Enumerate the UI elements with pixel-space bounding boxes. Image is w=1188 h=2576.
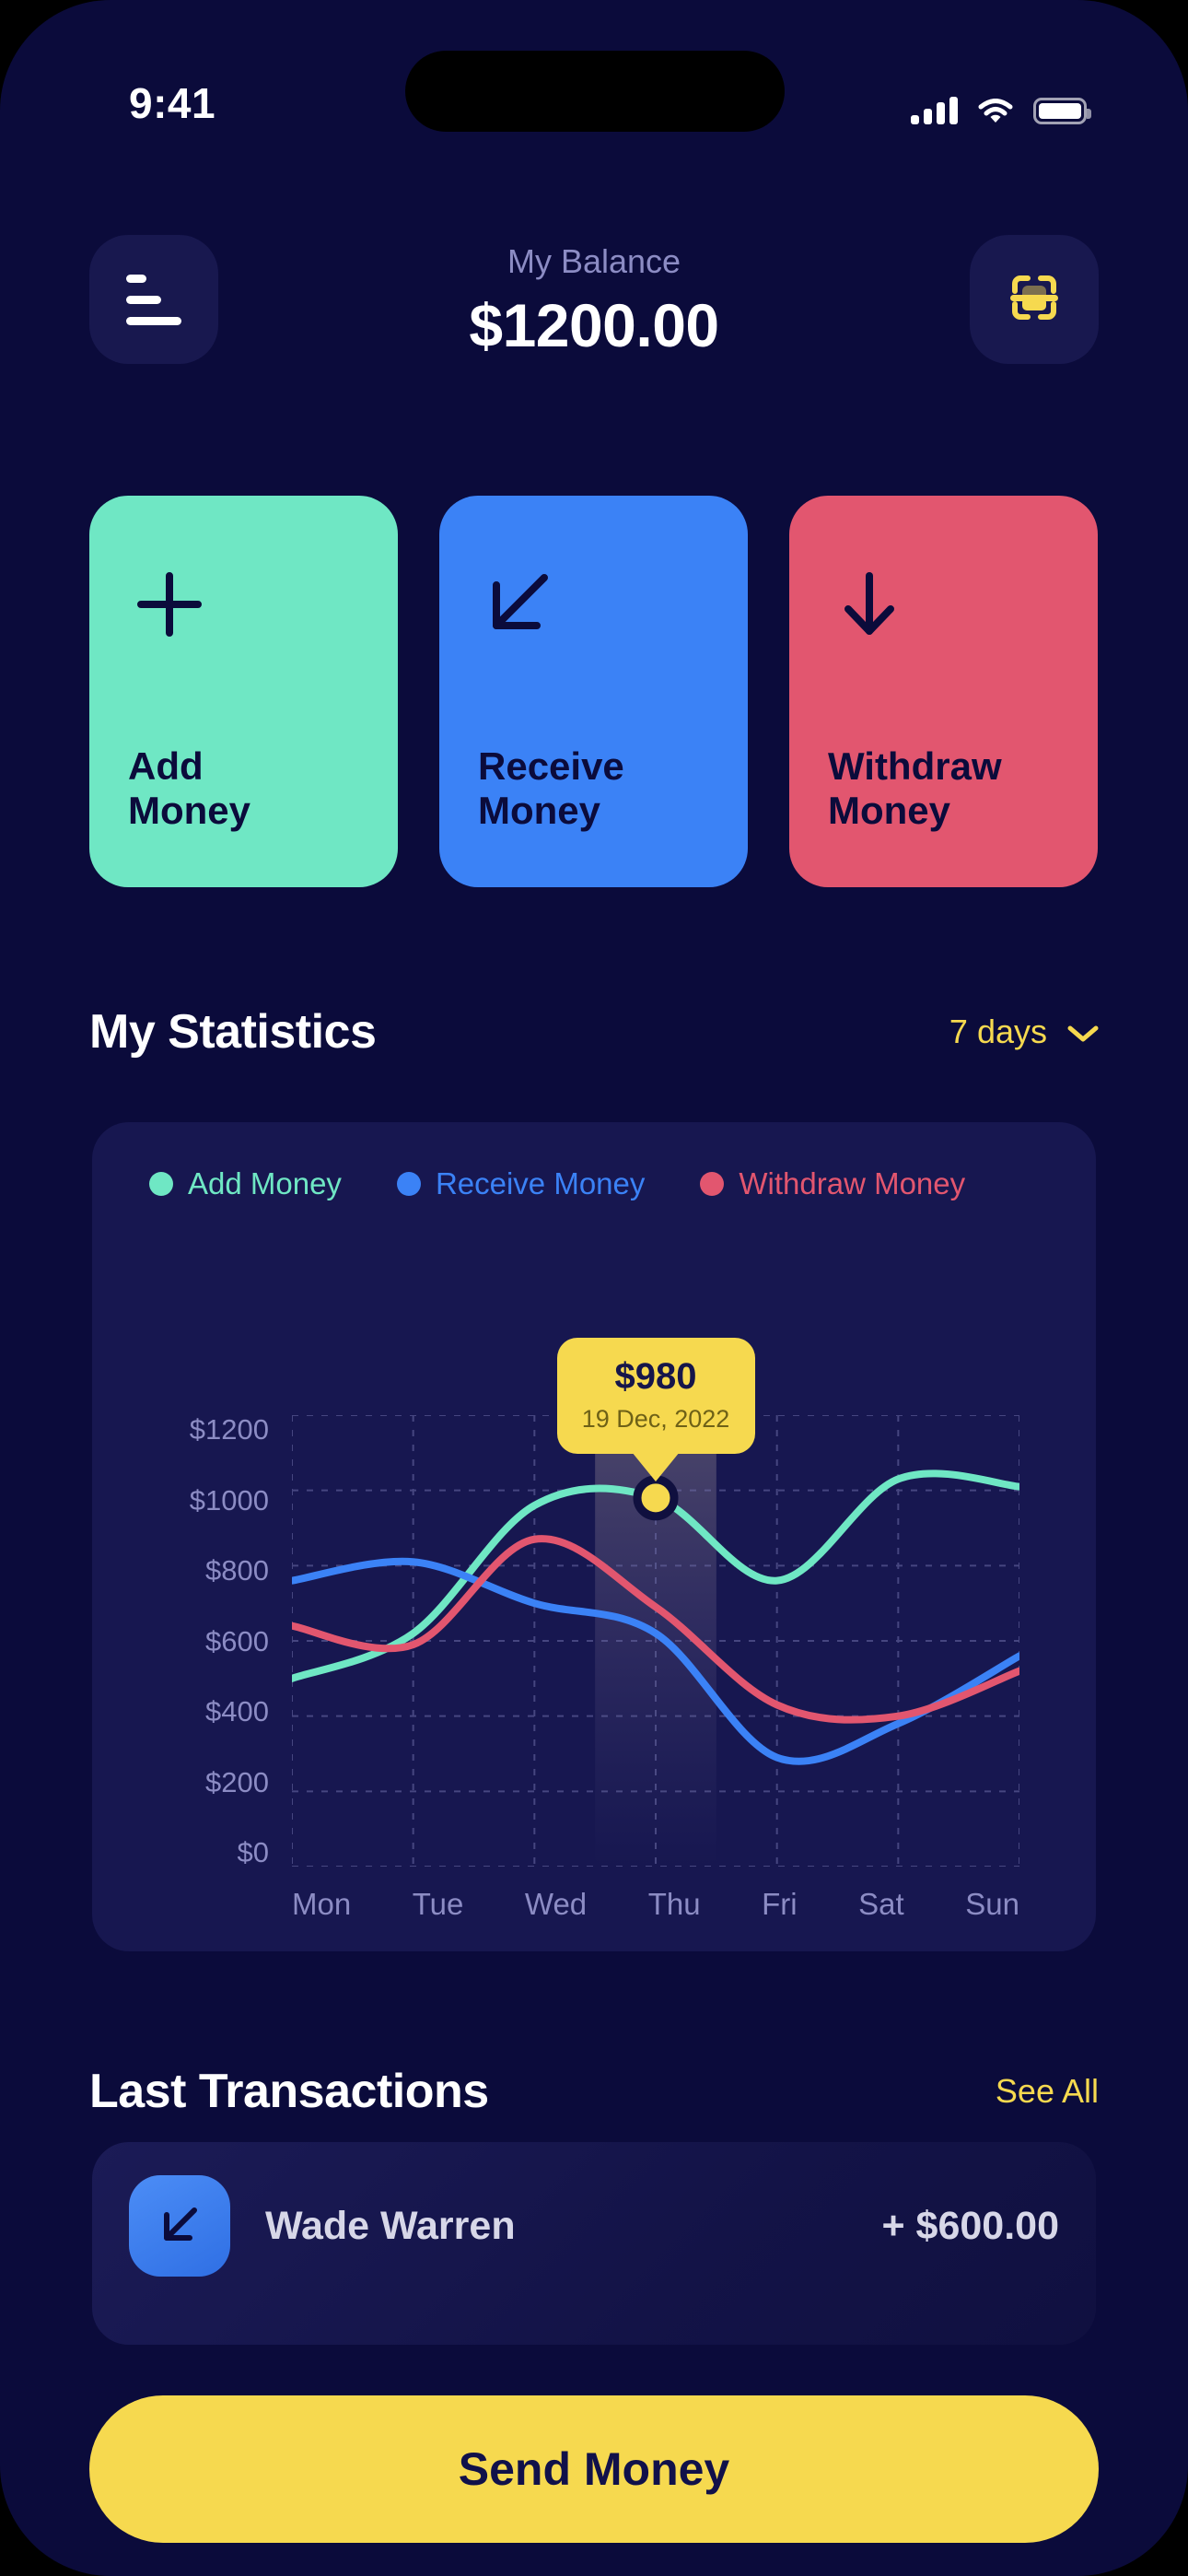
arrow-down-left-icon (164, 2207, 197, 2241)
range-label: 7 days (949, 1013, 1047, 1050)
y-tick: $0 (237, 1836, 269, 1868)
x-tick: Fri (762, 1887, 798, 1921)
x-tick: Thu (647, 1887, 701, 1921)
plus-icon (128, 549, 359, 660)
withdraw-money-label: Withdraw Money (828, 744, 1002, 833)
scan-button[interactable] (970, 235, 1099, 364)
transactions-header: Last Transactions See All (89, 2064, 1099, 2119)
chart-x-axis: Mon Tue Wed Thu Fri Sat Sun (292, 1887, 1019, 1922)
range-selector[interactable]: 7 days (949, 1013, 1099, 1051)
transactions-list: Wade Warren + $600.00 (92, 2142, 1096, 2345)
y-tick: $1000 (189, 1483, 269, 1516)
y-tick: $1200 (189, 1413, 269, 1446)
arrow-down-icon (828, 549, 1059, 660)
y-tick: $400 (205, 1695, 269, 1727)
legend-dot-receive-money (396, 1172, 421, 1196)
app-header: My Balance $1200.00 (0, 235, 1188, 392)
statistics-chart-card: Add Money Receive Money Withdraw Money $… (92, 1122, 1096, 1951)
status-bar-icons (911, 88, 1091, 124)
chart-tooltip: $980 19 Dec, 2022 (556, 1337, 755, 1454)
legend-label-withdraw-money: Withdraw Money (739, 1166, 966, 1200)
line-chart: $1200 $1000 $800 $600 $400 $200 $0 Mon T… (149, 1279, 1052, 1921)
status-bar-clock: 9:41 (129, 79, 216, 127)
see-all-link[interactable]: See All (996, 2072, 1099, 2111)
send-money-button[interactable]: Send Money (89, 2395, 1099, 2543)
arrow-down-left-icon (478, 549, 709, 660)
legend-label-add-money: Add Money (188, 1166, 342, 1200)
legend-item-add-money: Add Money (149, 1166, 342, 1201)
legend-item-withdraw-money: Withdraw Money (700, 1166, 965, 1201)
transaction-icon (129, 2175, 230, 2277)
dynamic-island (405, 51, 785, 132)
transactions-title: Last Transactions (89, 2065, 489, 2118)
x-tick: Mon (292, 1887, 352, 1921)
y-tick: $200 (205, 1765, 269, 1798)
chart-canvas (288, 1414, 1023, 1868)
status-bar: 9:41 (0, 0, 1188, 138)
x-tick: Tue (412, 1887, 464, 1921)
add-money-label: Add Money (128, 744, 251, 833)
wifi-icon (978, 99, 1013, 124)
chart-highlight-marker (633, 1475, 679, 1521)
tooltip-date: 19 Dec, 2022 (581, 1404, 730, 1433)
chart-plot-area (288, 1414, 1023, 1868)
chart-y-axis: $1200 $1000 $800 $600 $400 $200 $0 (149, 1415, 269, 1867)
legend-dot-withdraw-money (700, 1172, 725, 1196)
legend-item-receive-money: Receive Money (396, 1166, 646, 1201)
quick-actions: Add Money Receive Money Withdraw Money (89, 496, 1099, 887)
tooltip-value: $980 (614, 1355, 697, 1397)
legend-label-receive-money: Receive Money (435, 1166, 646, 1200)
see-all-label: See All (995, 2072, 1099, 2110)
x-tick: Sat (858, 1887, 904, 1921)
battery-icon (1033, 98, 1091, 124)
phone-screen: 9:41 My Balance $1200.00 Add Money Recei… (0, 0, 1188, 2576)
y-tick: $600 (205, 1624, 269, 1657)
withdraw-money-card[interactable]: Withdraw Money (789, 496, 1098, 887)
receive-money-label: Receive Money (478, 744, 624, 833)
statistics-title: My Statistics (89, 1005, 377, 1059)
receive-money-card[interactable]: Receive Money (439, 496, 748, 887)
y-tick: $800 (205, 1554, 269, 1587)
signal-bars-icon (911, 97, 958, 124)
transaction-name: Wade Warren (265, 2203, 516, 2248)
transaction-row[interactable]: Wade Warren + $600.00 (129, 2175, 1059, 2277)
chart-legend: Add Money Receive Money Withdraw Money (149, 1166, 1059, 1201)
scan-icon (1003, 266, 1066, 334)
chevron-down-icon (1067, 1013, 1099, 1051)
statistics-header: My Statistics 7 days (89, 1004, 1099, 1060)
legend-dot-add-money (149, 1172, 173, 1196)
x-tick: Wed (524, 1887, 588, 1921)
add-money-card[interactable]: Add Money (89, 496, 398, 887)
x-tick: Sun (965, 1887, 1019, 1921)
transaction-amount: + $600.00 (881, 2203, 1060, 2248)
